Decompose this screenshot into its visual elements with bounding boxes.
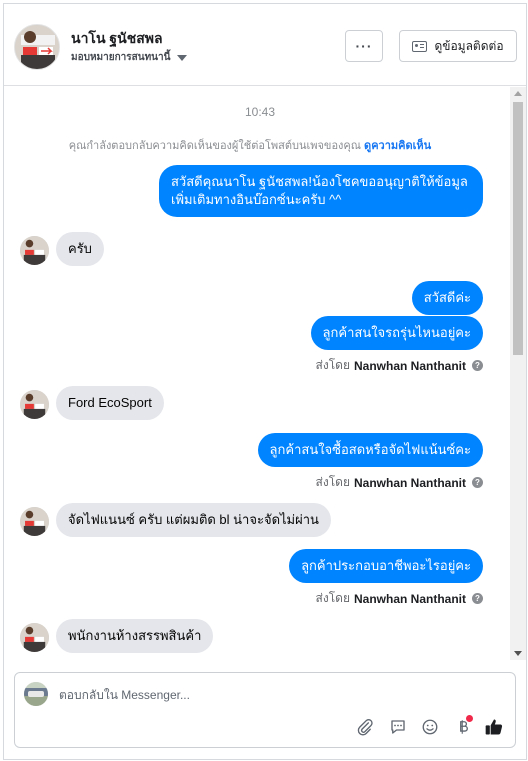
comment-reply-notice: คุณกำลังตอบกลับความคิดเห็นของผู้ใช้ต่อโพ… — [0, 136, 500, 154]
outgoing-message: ลูกค้าประกอบอาชีพอะไรอยู่คะ — [289, 549, 483, 583]
help-icon[interactable]: ? — [472, 360, 483, 371]
thread-scrollbar[interactable] — [510, 87, 526, 660]
sent-by-line: ส่งโดย Nanwhan Nanthanit ? — [316, 473, 483, 492]
sent-by-prefix: ส่งโดย — [315, 475, 350, 489]
outgoing-message: สวัสดีค่ะ — [411, 281, 483, 315]
assign-conversation-dropdown[interactable]: มอบหมายการสนทนานี้ — [71, 50, 188, 65]
notification-dot — [466, 715, 473, 722]
incoming-message: จัดไฟแนนซ์ ครับ แต่ผมติด bl น่าจะจัดไม่ผ… — [56, 503, 331, 537]
baht-icon[interactable] — [451, 715, 475, 739]
sent-by-name: Nanwhan Nanthanit — [353, 475, 466, 490]
sent-by-prefix: ส่งโดย — [315, 591, 350, 605]
reply-input[interactable] — [59, 685, 359, 705]
contact-avatar — [20, 623, 49, 652]
help-icon[interactable]: ? — [472, 477, 483, 488]
assign-label: มอบหมายการสนทนานี้ — [71, 52, 171, 63]
outgoing-message: ลูกค้าสนใจรถรุ่นไหนอยู่คะ — [310, 316, 483, 350]
thumbs-up-icon[interactable] — [482, 715, 506, 739]
incoming-message: พนักงานห้างสรรพสินค้า — [56, 619, 214, 653]
incoming-message: ครับ — [56, 232, 104, 266]
more-options-button[interactable]: ··· — [345, 30, 383, 62]
sent-by-prefix: ส่งโดย — [315, 358, 350, 372]
more-options-icon: ··· — [355, 38, 373, 54]
outgoing-message: ลูกค้าสนใจซื้อสดหรือจัดไฟแน้นซ์คะ — [257, 433, 483, 467]
contact-card-icon — [412, 40, 428, 52]
profile-avatar[interactable] — [14, 24, 60, 70]
scroll-up-arrow-icon[interactable] — [514, 91, 522, 96]
scroll-down-arrow-icon[interactable] — [514, 651, 522, 656]
incoming-message: Ford EcoSport — [56, 386, 164, 420]
message-timestamp: 10:43 — [244, 105, 276, 119]
paperclip-icon[interactable] — [353, 715, 377, 739]
speech-bubble-icon[interactable] — [386, 715, 410, 739]
reply-composer — [14, 672, 516, 748]
help-icon[interactable]: ? — [472, 593, 483, 604]
contact-avatar — [20, 236, 49, 265]
outgoing-message: สวัสดีคุณนาโน ฐนัชสพล!น้องโชคขออนุญาติให… — [159, 165, 483, 217]
view-contact-info-button[interactable]: ดูข้อมูลติดต่อ — [399, 30, 517, 62]
sent-by-name: Nanwhan Nanthanit — [353, 591, 466, 606]
conversation-header: นาโน ฐนัชสพล มอบหมายการสนทนานี้ ··· ดูข้… — [4, 4, 526, 86]
contact-avatar — [20, 390, 49, 419]
smiley-icon[interactable] — [418, 715, 442, 739]
contact-avatar — [20, 507, 49, 536]
page-avatar — [24, 682, 48, 706]
sent-by-line: ส่งโดย Nanwhan Nanthanit ? — [316, 589, 483, 608]
view-contact-info-label: ดูข้อมูลติดต่อ — [434, 38, 504, 53]
caret-down-icon — [177, 54, 188, 61]
sent-by-line: ส่งโดย Nanwhan Nanthanit ? — [316, 356, 483, 375]
sent-by-name: Nanwhan Nanthanit — [353, 358, 466, 373]
scroll-thumb[interactable] — [513, 102, 523, 355]
notice-text: คุณกำลังตอบกลับความคิดเห็นของผู้ใช้ต่อโพ… — [68, 140, 361, 152]
contact-name[interactable]: นาโน ฐนัชสพล — [71, 28, 163, 50]
view-comment-link[interactable]: ดูความคิดเห็น — [364, 140, 431, 152]
